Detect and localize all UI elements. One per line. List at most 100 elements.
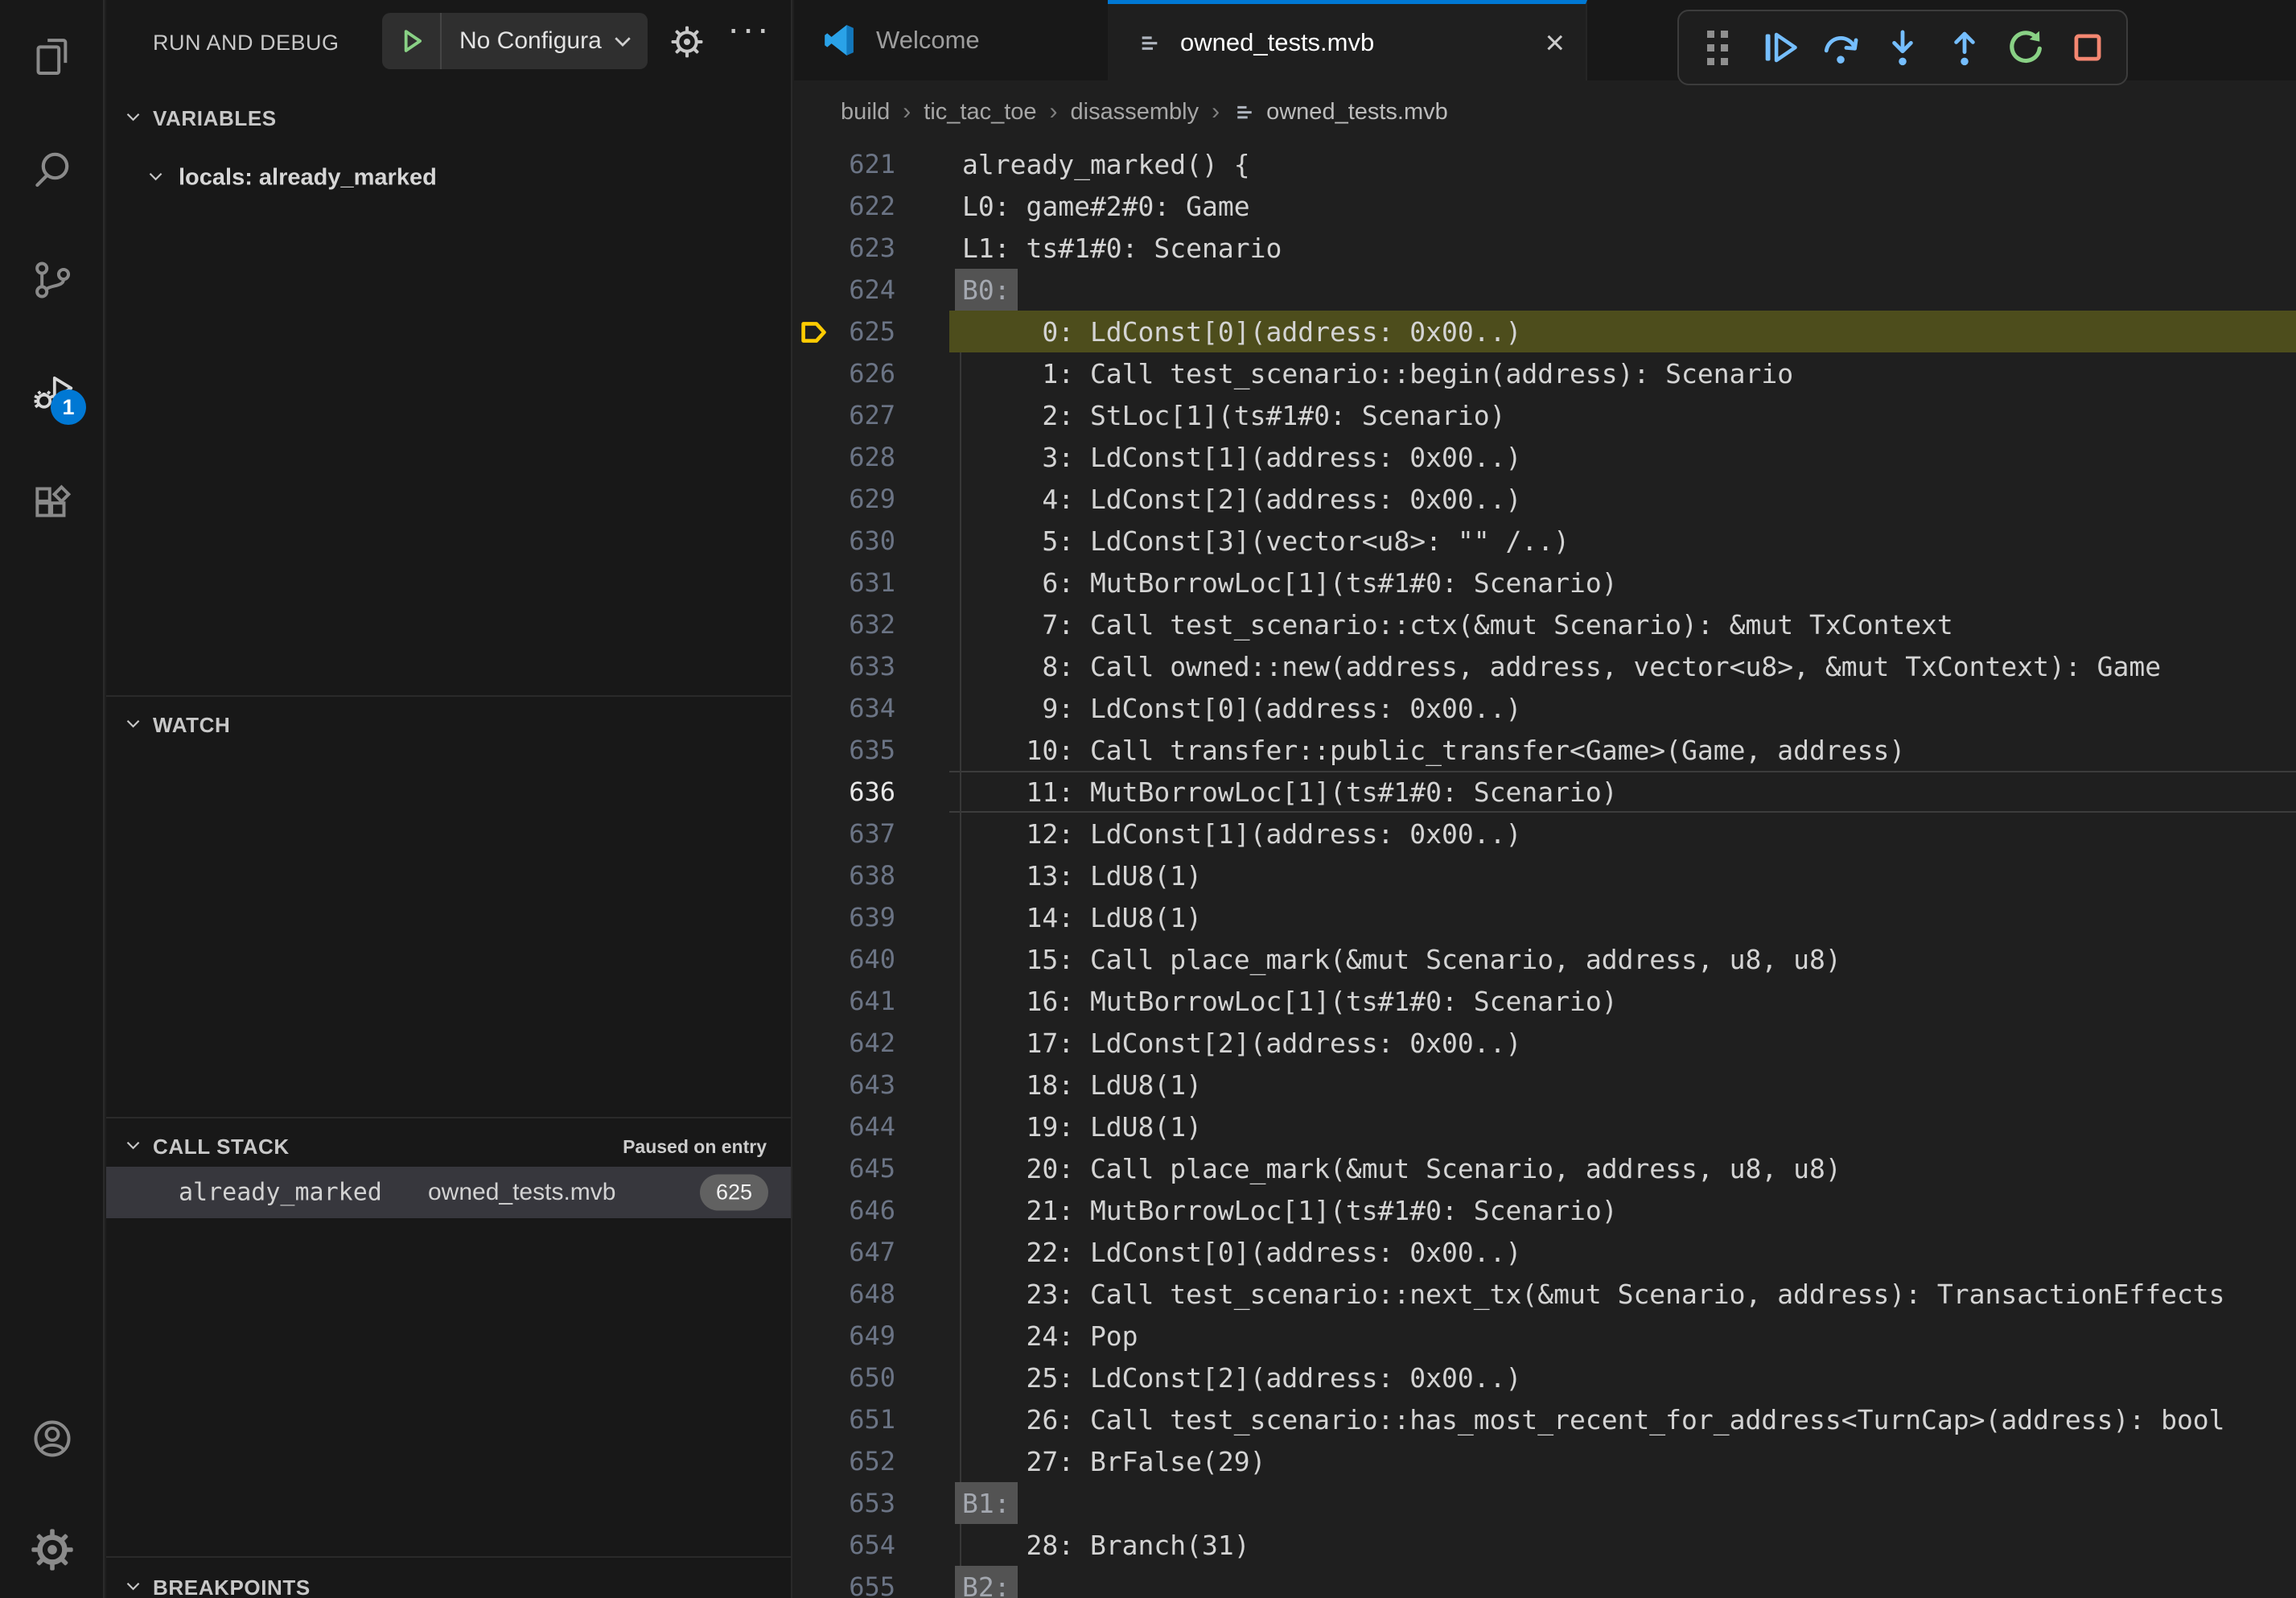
code-line-621[interactable]: 621already_marked() {: [794, 143, 2296, 185]
debug-settings-gear-icon[interactable]: [669, 24, 705, 64]
code-line-624[interactable]: 624B0:: [794, 269, 2296, 311]
code-line-649[interactable]: 649 24: Pop: [794, 1315, 2296, 1357]
code-line-637[interactable]: 637 12: LdConst[1](address: 0x00..): [794, 813, 2296, 855]
glyph-margin[interactable]: [794, 478, 842, 520]
code-line-647[interactable]: 647 22: LdConst[0](address: 0x00..): [794, 1231, 2296, 1273]
code-line-626[interactable]: 626 1: Call test_scenario::begin(address…: [794, 352, 2296, 394]
tab-owned-tests[interactable]: owned_tests.mvb ×: [1108, 0, 1587, 80]
glyph-margin[interactable]: [794, 1440, 842, 1482]
execution-pointer-icon[interactable]: [794, 311, 842, 352]
watch-section-header[interactable]: WATCH: [106, 702, 791, 748]
code-line-634[interactable]: 634 9: LdConst[0](address: 0x00..): [794, 687, 2296, 729]
breadcrumb-item-file[interactable]: owned_tests.mvb: [1232, 99, 1448, 126]
code-line-635[interactable]: 635 10: Call transfer::public_transfer<G…: [794, 729, 2296, 771]
glyph-margin[interactable]: [794, 269, 842, 311]
code-line-642[interactable]: 642 17: LdConst[2](address: 0x00..): [794, 1022, 2296, 1064]
glyph-margin[interactable]: [794, 1147, 842, 1189]
glyph-margin[interactable]: [794, 1524, 842, 1566]
code-line-655[interactable]: 655B2:: [794, 1566, 2296, 1598]
run-and-debug-icon[interactable]: 1: [30, 370, 75, 415]
code-line-629[interactable]: 629 4: LdConst[2](address: 0x00..): [794, 478, 2296, 520]
code-line-638[interactable]: 638 13: LdU8(1): [794, 855, 2296, 896]
glyph-margin[interactable]: [794, 352, 842, 394]
glyph-margin[interactable]: [794, 1189, 842, 1231]
code-line-645[interactable]: 645 20: Call place_mark(&mut Scenario, a…: [794, 1147, 2296, 1189]
glyph-margin[interactable]: [794, 938, 842, 980]
code-line-653[interactable]: 653B1:: [794, 1482, 2296, 1524]
glyph-margin[interactable]: [794, 896, 842, 938]
restart-button[interactable]: [1999, 21, 2052, 74]
glyph-margin[interactable]: [794, 1273, 842, 1315]
code-line-623[interactable]: 623L1: ts#1#0: Scenario: [794, 227, 2296, 269]
breakpoints-section-header[interactable]: BREAKPOINTS: [106, 1564, 791, 1598]
settings-gear-icon[interactable]: [30, 1527, 75, 1572]
code-line-627[interactable]: 627 2: StLoc[1](ts#1#0: Scenario): [794, 394, 2296, 436]
code-line-630[interactable]: 630 5: LdConst[3](vector<u8>: "" /..): [794, 520, 2296, 562]
code-line-651[interactable]: 651 26: Call test_scenario::has_most_rec…: [794, 1398, 2296, 1440]
glyph-margin[interactable]: [794, 729, 842, 771]
glyph-margin[interactable]: [794, 687, 842, 729]
code-line-648[interactable]: 648 23: Call test_scenario::next_tx(&mut…: [794, 1273, 2296, 1315]
account-icon[interactable]: [30, 1416, 75, 1461]
glyph-margin[interactable]: [794, 1357, 842, 1398]
glyph-margin[interactable]: [794, 185, 842, 227]
code-line-633[interactable]: 633 8: Call owned::new(address, address,…: [794, 645, 2296, 687]
glyph-margin[interactable]: [794, 520, 842, 562]
code-line-628[interactable]: 628 3: LdConst[1](address: 0x00..): [794, 436, 2296, 478]
extensions-icon[interactable]: [30, 483, 75, 528]
code-line-654[interactable]: 654 28: Branch(31): [794, 1524, 2296, 1566]
code-line-652[interactable]: 652 27: BrFalse(29): [794, 1440, 2296, 1482]
code-line-650[interactable]: 650 25: LdConst[2](address: 0x00..): [794, 1357, 2296, 1398]
call-stack-section-header[interactable]: CALL STACK Paused on entry: [106, 1123, 791, 1170]
step-into-button[interactable]: [1876, 21, 1929, 74]
glyph-margin[interactable]: [794, 436, 842, 478]
continue-button[interactable]: [1753, 21, 1806, 74]
glyph-margin[interactable]: [794, 645, 842, 687]
glyph-margin[interactable]: [794, 1064, 842, 1106]
glyph-margin[interactable]: [794, 855, 842, 896]
search-icon[interactable]: [30, 146, 75, 192]
call-stack-frame-row[interactable]: already_marked owned_tests.mvb 625: [106, 1167, 791, 1218]
glyph-margin[interactable]: [794, 813, 842, 855]
locals-scope-row[interactable]: locals: already_marked: [106, 154, 791, 201]
debug-config-dropdown[interactable]: No Configura: [382, 13, 648, 69]
glyph-margin[interactable]: [794, 143, 842, 185]
glyph-margin[interactable]: [794, 1106, 842, 1147]
tab-welcome[interactable]: Welcome: [794, 0, 1108, 80]
glyph-margin[interactable]: [794, 1315, 842, 1357]
code-line-625[interactable]: 625 0: LdConst[0](address: 0x00..): [794, 311, 2296, 352]
variables-section-header[interactable]: VARIABLES: [106, 95, 791, 142]
code-line-622[interactable]: 622L0: game#2#0: Game: [794, 185, 2296, 227]
start-debug-icon[interactable]: [382, 13, 442, 69]
glyph-margin[interactable]: [794, 1566, 842, 1598]
glyph-margin[interactable]: [794, 980, 842, 1022]
breadcrumb-item[interactable]: tic_tac_toe: [924, 99, 1036, 126]
close-icon[interactable]: ×: [1545, 26, 1565, 60]
code-line-643[interactable]: 643 18: LdU8(1): [794, 1064, 2296, 1106]
glyph-margin[interactable]: [794, 227, 842, 269]
code-line-641[interactable]: 641 16: MutBorrowLoc[1](ts#1#0: Scenario…: [794, 980, 2296, 1022]
glyph-margin[interactable]: [794, 1398, 842, 1440]
code-line-632[interactable]: 632 7: Call test_scenario::ctx(&mut Scen…: [794, 603, 2296, 645]
more-actions-icon[interactable]: ···: [727, 6, 772, 50]
code-line-640[interactable]: 640 15: Call place_mark(&mut Scenario, a…: [794, 938, 2296, 980]
code-line-636[interactable]: 636 11: MutBorrowLoc[1](ts#1#0: Scenario…: [794, 771, 2296, 813]
explorer-icon[interactable]: [30, 34, 75, 79]
glyph-margin[interactable]: [794, 603, 842, 645]
toolbar-drag-handle[interactable]: [1691, 21, 1744, 74]
code-line-644[interactable]: 644 19: LdU8(1): [794, 1106, 2296, 1147]
source-control-icon[interactable]: [30, 257, 75, 303]
glyph-margin[interactable]: [794, 1231, 842, 1273]
code-line-639[interactable]: 639 14: LdU8(1): [794, 896, 2296, 938]
code-line-631[interactable]: 631 6: MutBorrowLoc[1](ts#1#0: Scenario): [794, 562, 2296, 603]
glyph-margin[interactable]: [794, 771, 842, 813]
step-out-button[interactable]: [1938, 21, 1991, 74]
breadcrumb-item[interactable]: disassembly: [1071, 99, 1199, 126]
glyph-margin[interactable]: [794, 562, 842, 603]
code-line-646[interactable]: 646 21: MutBorrowLoc[1](ts#1#0: Scenario…: [794, 1189, 2296, 1231]
glyph-margin[interactable]: [794, 1482, 842, 1524]
stop-button[interactable]: [2061, 21, 2114, 74]
glyph-margin[interactable]: [794, 1022, 842, 1064]
step-over-button[interactable]: [1814, 21, 1867, 74]
glyph-margin[interactable]: [794, 394, 842, 436]
